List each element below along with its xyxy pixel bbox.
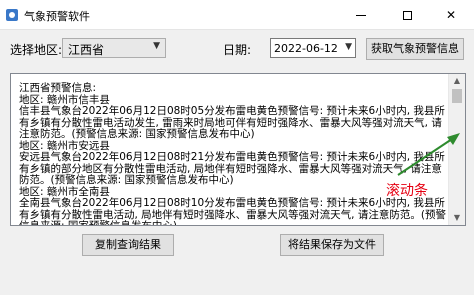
date-label: 日期: [223, 43, 252, 57]
region-label: 选择地区: [10, 43, 63, 57]
minimize-icon [356, 15, 366, 16]
chevron-down-icon: ▼ [153, 41, 160, 51]
copy-result-button[interactable]: 复制查询结果 [82, 234, 174, 256]
scroll-thumb[interactable] [452, 89, 462, 103]
fetch-warning-button[interactable]: 获取气象预警信息 [366, 38, 464, 60]
save-to-file-button[interactable]: 将结果保存为文件 [280, 234, 384, 256]
scroll-down-icon[interactable]: ▼ [449, 211, 465, 225]
region-value: 江西省 [68, 43, 105, 57]
minimize-button[interactable] [338, 0, 384, 30]
date-value: 2022-06-12 [274, 42, 338, 55]
result-textbox[interactable]: 江西省预警信息: 地区: 赣州市信丰县 信丰县气象台2022年06月12日08时… [10, 73, 466, 226]
maximize-icon [402, 11, 412, 20]
window-title: 气象预警软件 [24, 10, 90, 23]
app-icon [6, 9, 18, 21]
scrollbar-annotation-label: 滚动条 [386, 183, 428, 199]
scroll-up-icon[interactable]: ▲ [449, 74, 465, 88]
vertical-scrollbar[interactable]: ▲ ▼ [448, 74, 465, 225]
chevron-down-icon: ▼ [345, 42, 352, 52]
date-picker[interactable]: 2022-06-12 ▼ [270, 38, 356, 58]
result-text: 江西省预警信息: 地区: 赣州市信丰县 信丰县气象台2022年06月12日08时… [19, 82, 446, 226]
title-bar: 气象预警软件 ✕ [0, 0, 474, 30]
maximize-button[interactable] [384, 0, 430, 30]
close-icon: ✕ [445, 8, 457, 22]
region-select[interactable]: 江西省 ▼ [62, 38, 166, 58]
close-button[interactable]: ✕ [428, 0, 474, 30]
